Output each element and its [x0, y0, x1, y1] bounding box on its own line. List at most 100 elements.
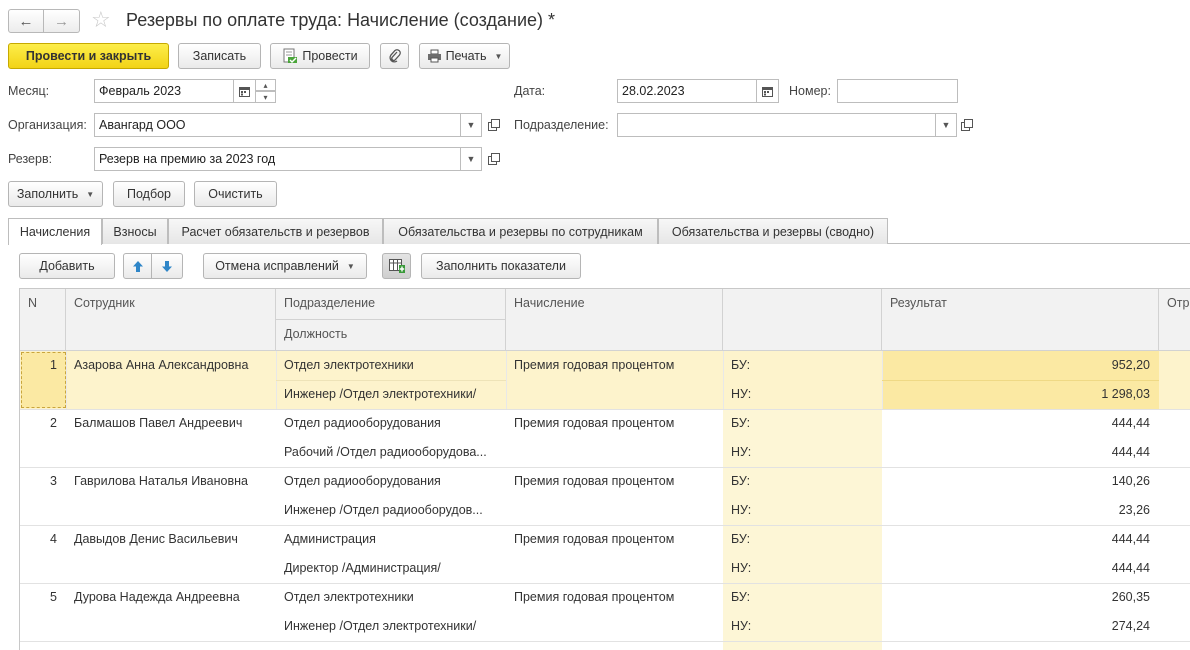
chevron-down-icon: ▼ [466, 120, 476, 130]
date-input[interactable]: 28.02.2023 [617, 79, 779, 103]
clear-button[interactable]: Очистить [194, 181, 277, 207]
department-cell[interactable]: Отдел электротехники [276, 358, 506, 372]
position-cell[interactable]: Инженер /Отдел радиооборудов... [276, 503, 506, 517]
department-dropdown-button[interactable]: ▼ [935, 113, 957, 137]
result-bu-cell[interactable]: 140,26 [882, 474, 1159, 488]
month-increase-button[interactable]: ▴ [255, 79, 276, 91]
tab-liabilities-calculation[interactable]: Расчет обязательств и резервов [168, 218, 383, 244]
result-nu-cell[interactable]: 23,26 [882, 503, 1159, 517]
row-number: 3 [50, 474, 57, 488]
row-number: 2 [50, 416, 57, 430]
employee-cell[interactable]: Давыдов Денис Васильевич [66, 532, 276, 546]
column-header-accounting-type[interactable] [723, 289, 882, 351]
column-header-result[interactable]: Результат [882, 289, 1159, 351]
column-header-accrual[interactable]: Начисление [506, 289, 723, 351]
column-header-position[interactable]: Должность [276, 320, 506, 351]
employee-cell[interactable]: Азарова Анна Александровна [66, 358, 276, 372]
accrual-cell[interactable]: Премия годовая процентом [506, 416, 723, 430]
result-bu-cell[interactable]: 952,20 [882, 358, 1159, 372]
tab-contributions[interactable]: Взносы [102, 218, 168, 244]
favorite-star-icon[interactable]: ☆ [91, 8, 111, 32]
department-cell[interactable]: Отдел электротехники [276, 590, 506, 604]
department-input[interactable] [617, 113, 957, 137]
department-cell[interactable]: Администрация [276, 532, 506, 546]
result-nu-cell[interactable]: 444,44 [882, 561, 1159, 575]
accrual-cell[interactable]: Премия годовая процентом [506, 532, 723, 546]
number-label: Номер: [789, 84, 831, 98]
chevron-down-icon: ▾ [263, 92, 268, 102]
row-separator [20, 409, 1190, 410]
accrual-cell[interactable]: Премия годовая процентом [506, 474, 723, 488]
bu-label: БУ: [731, 416, 751, 430]
department-cell[interactable]: Отдел радиооборудования [276, 416, 496, 430]
organization-dropdown-button[interactable]: ▼ [460, 113, 482, 137]
post-and-close-button[interactable]: Провести и закрыть [8, 43, 169, 69]
reserve-input[interactable]: Резерв на премию за 2023 год [94, 147, 482, 171]
move-down-button[interactable] [152, 253, 183, 279]
forward-button[interactable]: → [44, 9, 80, 33]
position-cell[interactable]: Рабочий /Отдел радиооборудова... [276, 445, 506, 459]
undo-corrections-button[interactable]: Отмена исправлений ▼ [203, 253, 367, 279]
result-bu-cell[interactable]: 444,44 [882, 532, 1159, 546]
print-button[interactable]: Печать ▼ [419, 43, 510, 69]
back-button[interactable]: ← [8, 9, 44, 33]
result-bu-cell[interactable]: 260,35 [882, 590, 1159, 604]
table-add-column-icon [388, 259, 405, 273]
nu-label: НУ: [731, 503, 752, 517]
undo-corrections-label: Отмена исправлений [215, 259, 339, 273]
move-up-button[interactable] [123, 253, 152, 279]
post-button[interactable]: Провести [270, 43, 370, 69]
position-cell[interactable]: Инженер /Отдел электротехники/ [276, 619, 506, 633]
month-input[interactable]: Февраль 2023 [94, 79, 256, 103]
fill-button[interactable]: Заполнить ▼ [8, 181, 103, 207]
row-separator [20, 641, 1190, 642]
tab-liabilities-by-employee[interactable]: Обязательства и резервы по сотрудникам [383, 218, 658, 244]
organization-input[interactable]: Авангард ООО [94, 113, 482, 137]
attach-files-button[interactable] [380, 43, 409, 69]
column-header-department[interactable]: Подразделение [276, 289, 506, 320]
bu-label: БУ: [731, 532, 751, 546]
open-window-icon [961, 119, 973, 131]
arrow-up-icon [132, 260, 143, 272]
write-button[interactable]: Записать [178, 43, 261, 69]
fill-indicators-button[interactable]: Заполнить показатели [421, 253, 581, 279]
reserve-open-button[interactable] [487, 152, 501, 166]
accrual-cell[interactable]: Премия годовая процентом [506, 358, 723, 372]
accrual-cell[interactable]: Премия годовая процентом [506, 590, 723, 604]
month-decrease-button[interactable]: ▾ [255, 91, 276, 103]
department-cell[interactable]: Отдел радиооборудования [276, 474, 506, 488]
indicator-columns-button[interactable] [382, 253, 411, 279]
post-button-label: Провести [302, 49, 358, 63]
tab-accruals[interactable]: Начисления [8, 218, 102, 245]
result-nu-cell[interactable]: 274,24 [882, 619, 1159, 633]
month-calendar-button[interactable] [233, 79, 256, 103]
employee-cell[interactable]: Балмашов Павел Андреевич [66, 416, 276, 430]
calendar-icon [239, 86, 250, 97]
date-calendar-button[interactable] [756, 79, 779, 103]
position-cell[interactable]: Инженер /Отдел электротехники/ [276, 387, 506, 401]
select-button[interactable]: Подбор [113, 181, 185, 207]
month-label: Месяц: [8, 84, 50, 98]
tab-liabilities-summary[interactable]: Обязательства и резервы (сводно) [658, 218, 888, 244]
employee-cell[interactable]: Гаврилова Наталья Ивановна [66, 474, 276, 488]
add-row-button[interactable]: Добавить [19, 253, 115, 279]
accruals-table: N Сотрудник Подразделение Должность Начи… [19, 288, 1190, 650]
result-nu-cell[interactable]: 444,44 [882, 445, 1159, 459]
department-open-button[interactable] [960, 118, 974, 132]
column-header-next[interactable]: Отр [1159, 289, 1190, 351]
result-nu-cell[interactable]: 1 298,03 [882, 387, 1159, 401]
column-header-n[interactable]: N [20, 289, 66, 351]
employee-cell[interactable]: Дурова Надежда Андреевна [66, 590, 276, 604]
organization-open-button[interactable] [487, 118, 501, 132]
open-window-icon [488, 119, 500, 131]
result-bu-cell[interactable]: 444,44 [882, 416, 1159, 430]
row-separator [20, 583, 1190, 584]
subrow-separator [276, 380, 506, 381]
number-input[interactable] [837, 79, 958, 103]
column-header-employee[interactable]: Сотрудник [66, 289, 276, 351]
subrow-separator [882, 380, 1159, 381]
position-cell[interactable]: Директор /Администрация/ [276, 561, 506, 575]
reserve-dropdown-button[interactable]: ▼ [460, 147, 482, 171]
calendar-icon [762, 86, 773, 97]
date-label: Дата: [514, 84, 546, 98]
